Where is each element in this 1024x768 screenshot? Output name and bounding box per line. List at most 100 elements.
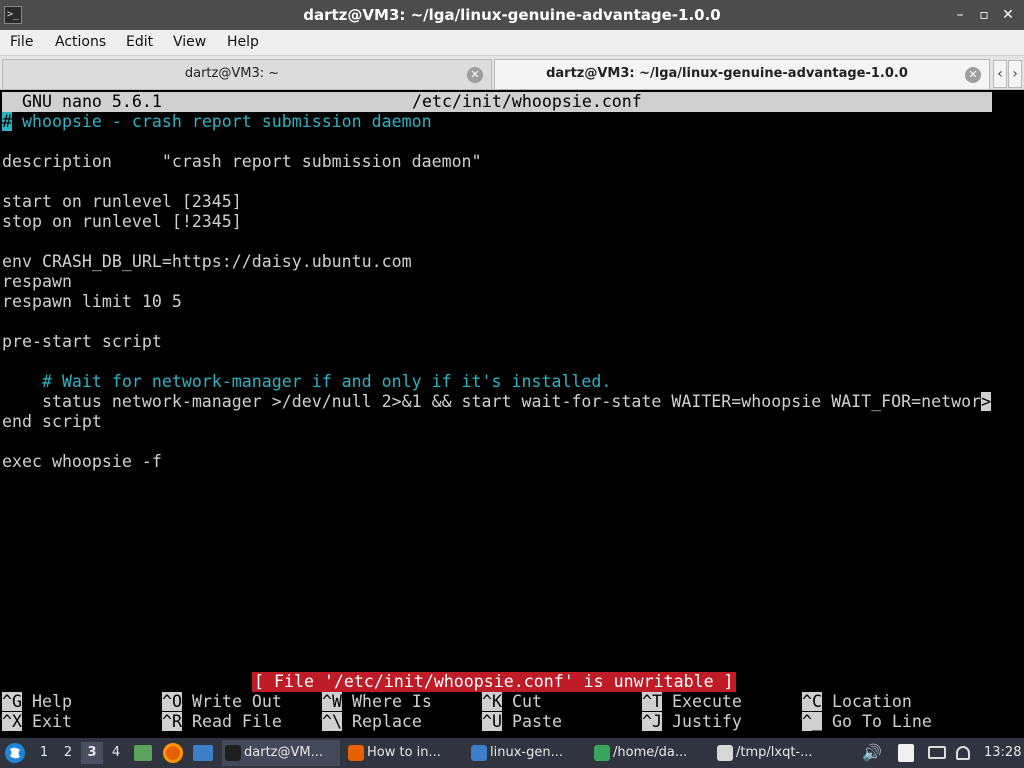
tab-home[interactable]: dartz@VM3: ~ ✕ [2, 59, 492, 89]
file-manager-launcher-icon[interactable] [193, 738, 217, 768]
menu-help[interactable]: Help [227, 34, 259, 50]
desktop-2[interactable]: 2 [57, 742, 79, 764]
shortcut-label: Go To Line [831, 712, 932, 731]
shortcut-label: Execute [671, 692, 742, 711]
maximize-button[interactable]: ▫ [974, 5, 994, 25]
shortcut-label: Cut [511, 692, 542, 711]
task-label: linux-gen... [490, 745, 563, 760]
taskbar-task[interactable]: /home/da... [591, 740, 709, 766]
tab-close-icon[interactable]: ✕ [467, 67, 483, 83]
archive-icon [594, 745, 610, 761]
firefox-launcher-icon[interactable] [163, 738, 187, 768]
status-message: [ File '/etc/init/whoopsie.conf' is unwr… [252, 672, 736, 692]
editor-line: respawn [2, 272, 72, 292]
editor-line: respawn limit 10 5 [2, 292, 182, 312]
minimize-button[interactable]: – [950, 5, 970, 25]
line-text: description "crash report submission dae… [2, 152, 482, 171]
folder-icon [471, 745, 487, 761]
desktop-3[interactable]: 3 [81, 742, 103, 764]
shortcut-key: ^R [162, 712, 182, 731]
shortcut-label: Write Out [191, 692, 282, 711]
task-label: /tmp/lxqt-... [736, 745, 813, 760]
shortcut-key: ^_ [802, 712, 822, 731]
line-text: whoopsie - crash report submission daemo… [12, 112, 432, 131]
taskbar-task[interactable]: linux-gen... [468, 740, 586, 766]
editor-line: description "crash report submission dae… [2, 152, 482, 172]
line-text: pre-start script [2, 332, 162, 351]
shortcut-item[interactable]: ^C Location [802, 692, 912, 712]
tab-scroll-right-icon[interactable]: › [1008, 60, 1022, 88]
shortcut-item[interactable]: ^W Where Is [322, 692, 432, 712]
window-titlebar: >_ dartz@VM3: ~/lga/linux-genuine-advant… [0, 0, 1024, 30]
editor-line: # whoopsie - crash report submission dae… [2, 112, 432, 132]
network-icon[interactable] [928, 738, 950, 768]
tab-bar: dartz@VM3: ~ ✕ dartz@VM3: ~/lga/linux-ge… [0, 56, 1024, 90]
taskbar-task[interactable]: How to in... [345, 740, 463, 766]
desktop-4[interactable]: 4 [105, 742, 127, 764]
shortcut-label: Read File [191, 712, 282, 731]
editor-line: pre-start script [2, 332, 162, 352]
shortcut-item[interactable]: ^_ Go To Line [802, 712, 932, 732]
firefox-icon [348, 745, 364, 761]
line-text: end script [2, 412, 102, 431]
task-label: dartz@VM... [244, 745, 323, 760]
menu-edit[interactable]: Edit [126, 34, 153, 50]
shortcut-item[interactable]: ^X Exit [2, 712, 72, 732]
line-text: start on runlevel [2345] [2, 192, 242, 211]
terminal-area[interactable]: GNU nano 5.6.1 /etc/init/whoopsie.conf #… [0, 90, 1024, 738]
shortcut-item[interactable]: ^O Write Out [162, 692, 282, 712]
nano-header: GNU nano 5.6.1 /etc/init/whoopsie.conf [2, 92, 992, 112]
shortcut-item[interactable]: ^K Cut [482, 692, 542, 712]
shortcut-key: ^K [482, 692, 502, 711]
line-text: env CRASH_DB_URL=https://daisy.ubuntu.co… [2, 252, 412, 271]
volume-icon[interactable]: 🔊 [862, 738, 882, 768]
shortcut-key: ^O [162, 692, 182, 711]
taskbar-task[interactable]: dartz@VM... [222, 740, 340, 766]
editor-line: end script [2, 412, 102, 432]
tab-lga[interactable]: dartz@VM3: ~/lga/linux-genuine-advantage… [494, 59, 990, 89]
desktop-1[interactable]: 1 [33, 742, 55, 764]
shortcut-key: ^X [2, 712, 22, 731]
terminal-icon [225, 745, 241, 761]
show-desktop-icon[interactable] [134, 738, 156, 768]
shortcut-label: Help [31, 692, 72, 711]
shortcut-item[interactable]: ^\ Replace [322, 712, 422, 732]
shortcut-item[interactable]: ^G Help [2, 692, 72, 712]
shortcut-key: ^T [642, 692, 662, 711]
editor-line: env CRASH_DB_URL=https://daisy.ubuntu.co… [2, 252, 412, 272]
editor-line: start on runlevel [2345] [2, 192, 242, 212]
shortcut-item[interactable]: ^U Paste [482, 712, 562, 732]
clock[interactable]: 13:28 [984, 738, 1024, 768]
shortcut-key: ^G [2, 692, 22, 711]
menu-view[interactable]: View [173, 34, 206, 50]
start-menu-icon[interactable] [4, 738, 28, 768]
menu-actions[interactable]: Actions [55, 34, 106, 50]
editor-line: status network-manager >/dev/null 2>&1 &… [2, 392, 992, 412]
shortcut-key: ^C [802, 692, 822, 711]
clipboard-icon[interactable] [898, 738, 920, 768]
line-text: respawn limit 10 5 [2, 292, 182, 311]
tab-scroll-left-icon[interactable]: ‹ [993, 60, 1007, 88]
shortcut-item[interactable]: ^R Read File [162, 712, 282, 732]
line-text: status network-manager >/dev/null 2>&1 &… [2, 392, 982, 411]
usb-icon[interactable] [956, 738, 976, 768]
tab-close-icon[interactable]: ✕ [965, 67, 981, 83]
menu-file[interactable]: File [10, 34, 33, 50]
menu-bar: File Actions Edit View Help [0, 30, 1024, 56]
tab-label: dartz@VM3: ~ [184, 66, 280, 81]
shortcut-key: ^U [482, 712, 502, 731]
shortcut-key: ^\ [322, 712, 342, 731]
line-overflow-marker: > [981, 392, 992, 411]
editor-line: # Wait for network-manager if and only i… [2, 372, 611, 392]
shortcut-label: Location [831, 692, 912, 711]
editor-line: stop on runlevel [!2345] [2, 212, 242, 232]
nano-version: GNU nano 5.6.1 [22, 92, 162, 111]
shortcut-item[interactable]: ^J Justify [642, 712, 742, 732]
editor-line: exec whoopsie -f [2, 452, 162, 472]
line-text: stop on runlevel [!2345] [2, 212, 242, 231]
shortcut-key: ^W [322, 692, 342, 711]
shortcut-label: Where Is [351, 692, 432, 711]
taskbar-task[interactable]: /tmp/lxqt-... [714, 740, 832, 766]
close-window-button[interactable]: ✕ [998, 5, 1018, 25]
shortcut-item[interactable]: ^T Execute [642, 692, 742, 712]
